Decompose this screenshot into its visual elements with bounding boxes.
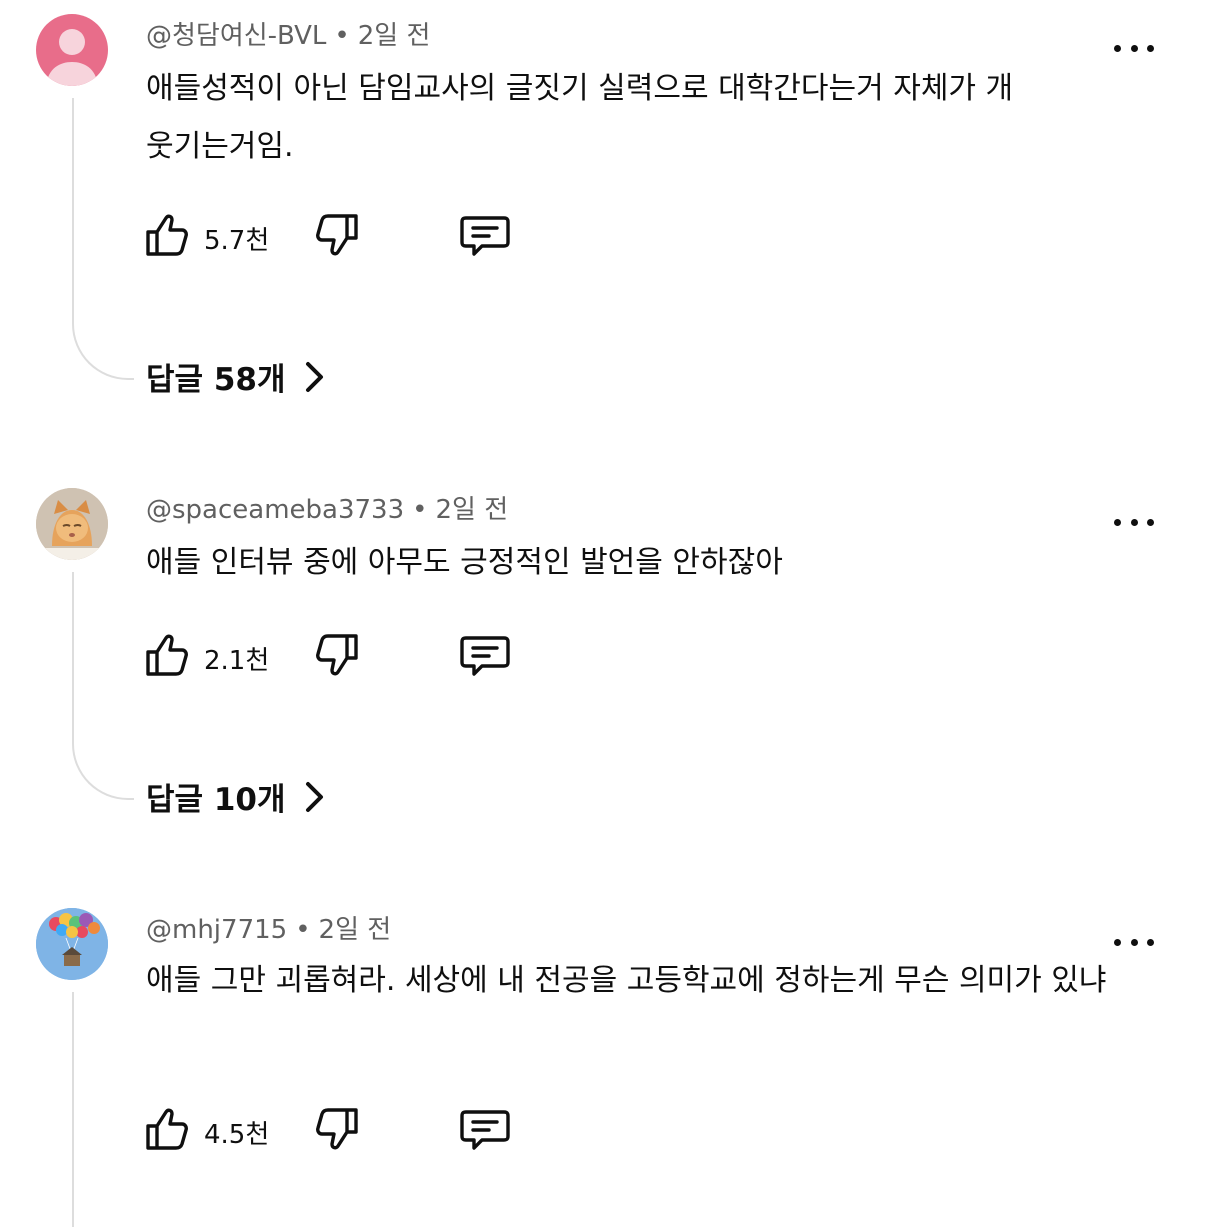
comment-meta: @spaceameba3733 • 2일 전 bbox=[146, 495, 509, 525]
view-replies-button[interactable]: 답글 10개 bbox=[146, 774, 326, 819]
comment-actions: 5.7천 bbox=[140, 208, 560, 264]
comment-icon[interactable] bbox=[458, 1102, 512, 1156]
comment-text: 애들 인터뷰 중에 아무도 긍정적인 발언을 안하잖아 bbox=[146, 545, 783, 580]
chevron-right-icon bbox=[305, 361, 323, 392]
replies-label: 답글 10개 bbox=[146, 782, 286, 818]
comment-time[interactable]: 2일 전 bbox=[435, 495, 508, 525]
comment-actions: 2.1천 bbox=[140, 628, 560, 684]
avatar[interactable] bbox=[36, 908, 108, 980]
comment-meta: @mhj7715 • 2일 전 bbox=[146, 915, 392, 945]
thumbs-down-icon[interactable] bbox=[310, 208, 364, 262]
comment-text: 애들성적이 아닌 담임교사의 글짓기 실력으로 대학간다는거 자체가 개 웃기는… bbox=[146, 71, 1014, 164]
avatar[interactable] bbox=[36, 488, 108, 560]
comment-icon[interactable] bbox=[458, 208, 512, 262]
cat-photo-icon bbox=[36, 488, 108, 560]
balloon-house-icon bbox=[36, 908, 108, 980]
comment-author[interactable]: @청담여신-BVL bbox=[146, 21, 326, 51]
view-replies-button[interactable]: 답글 58개 bbox=[146, 354, 326, 399]
more-options-icon[interactable] bbox=[1112, 36, 1156, 60]
like-count: 4.5천 bbox=[204, 1120, 270, 1150]
comment-author[interactable]: @mhj7715 bbox=[146, 915, 287, 945]
comment-time[interactable]: 2일 전 bbox=[319, 915, 392, 945]
comment-item: @청담여신-BVL • 2일 전 애들성적이 아닌 담임교사의 글짓기 실력으로 대… bbox=[0, 0, 1206, 430]
comment-text: 애들 그만 괴롭혀라. 세상에 내 전공을 고등학교에 정하는게 무슨 의미가 … bbox=[146, 963, 1107, 998]
comment-meta: @청담여신-BVL • 2일 전 bbox=[146, 21, 431, 51]
comment-time[interactable]: 2일 전 bbox=[358, 21, 431, 51]
thumbs-down-icon[interactable] bbox=[310, 628, 364, 682]
thread-connector bbox=[72, 572, 134, 800]
default-user-icon bbox=[46, 29, 98, 86]
thread-connector bbox=[72, 992, 74, 1227]
thumbs-up-icon[interactable] bbox=[140, 628, 194, 682]
comment-item: @mhj7715 • 2일 전 애들 그만 괴롭혀라. 세상에 내 전공을 고등학교… bbox=[0, 900, 1206, 1227]
chevron-right-icon bbox=[305, 781, 323, 812]
comment-actions: 4.5천 bbox=[140, 1102, 560, 1158]
comment-item: @spaceameba3733 • 2일 전 애들 인터뷰 중에 아무도 긍정적인 … bbox=[0, 480, 1206, 860]
more-options-icon[interactable] bbox=[1112, 930, 1156, 954]
thread-connector bbox=[72, 98, 134, 380]
replies-label: 답글 58개 bbox=[146, 362, 286, 398]
comment-author[interactable]: @spaceameba3733 bbox=[146, 495, 404, 525]
like-count: 5.7천 bbox=[204, 226, 270, 256]
thumbs-down-icon[interactable] bbox=[310, 1102, 364, 1156]
comment-icon[interactable] bbox=[458, 628, 512, 682]
more-options-icon[interactable] bbox=[1112, 510, 1156, 534]
thumbs-up-icon[interactable] bbox=[140, 208, 194, 262]
like-count: 2.1천 bbox=[204, 646, 270, 676]
avatar[interactable] bbox=[36, 14, 108, 86]
thumbs-up-icon[interactable] bbox=[140, 1102, 194, 1156]
